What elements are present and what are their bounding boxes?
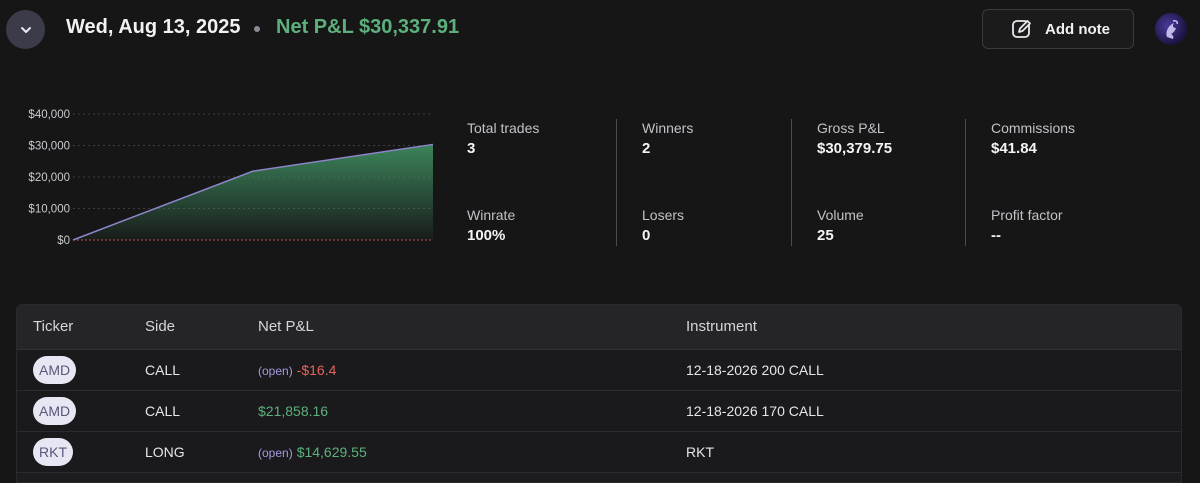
pnl-area xyxy=(73,144,433,240)
divider xyxy=(791,119,792,246)
page-title: Wed, Aug 13, 2025 xyxy=(66,16,241,38)
column-header-ticker[interactable]: Ticker xyxy=(33,318,73,335)
stat-profit-factor: Profit factor -- xyxy=(991,207,1063,244)
stat-commissions: Commissions $41.84 xyxy=(991,120,1075,157)
edit-note-icon xyxy=(1012,20,1031,38)
table-row[interactable]: AMD CALL $21,858.16 12-18-2026 170 CALL xyxy=(17,391,1181,432)
pl-value: $21,858.16 xyxy=(258,403,329,419)
side-cell: CALL xyxy=(145,362,181,378)
pl-value: $14,629.55 xyxy=(296,444,367,460)
stat-label: Gross P&L xyxy=(817,120,885,136)
stat-winrate: Winrate 100% xyxy=(467,207,515,244)
stat-label: Commissions xyxy=(991,120,1076,136)
y-tick-label: $20,000 xyxy=(28,172,70,184)
stat-label: Total trades xyxy=(467,120,540,136)
stat-gross-pl: Gross P&L $30,379.75 xyxy=(817,120,892,157)
y-tick-label: $30,000 xyxy=(28,141,70,153)
instrument-cell: 12-18-2026 200 CALL xyxy=(686,362,824,378)
stat-total-trades: Total trades 3 xyxy=(467,120,539,157)
pl-value: -$16.4 xyxy=(296,362,337,378)
stat-volume: Volume 25 xyxy=(817,207,864,244)
chevron-down-icon xyxy=(20,26,31,33)
stat-label: Winrate xyxy=(467,207,516,223)
instrument-cell: RKT xyxy=(686,444,714,460)
instrument-cell: 12-18-2026 170 CALL xyxy=(686,403,824,419)
y-tick-label: $40,000 xyxy=(28,109,70,121)
stat-value: 100% xyxy=(467,227,506,244)
user-avatar[interactable] xyxy=(1155,13,1187,45)
y-tick-label: $0 xyxy=(57,235,70,247)
net-pl-cell: $21,858.16 xyxy=(258,403,328,419)
add-note-button[interactable]: Add note xyxy=(982,9,1134,49)
divider xyxy=(616,119,617,246)
collapse-button[interactable] xyxy=(6,10,45,49)
avatar-image xyxy=(1166,20,1178,39)
stat-value: 25 xyxy=(817,227,834,244)
ticker-badge[interactable]: AMD xyxy=(33,356,77,384)
column-header-side[interactable]: Side xyxy=(145,318,175,335)
trades-table: Ticker Side Net P&L Instrument AMD CALL … xyxy=(16,304,1182,483)
column-header-instrument[interactable]: Instrument xyxy=(686,318,757,335)
stat-value: 0 xyxy=(642,227,651,244)
stat-label: Profit factor xyxy=(991,207,1063,223)
open-tag: (open) xyxy=(258,446,293,460)
divider xyxy=(965,119,966,246)
net-pl-summary: Net P&L $30,337.91 xyxy=(276,16,460,38)
stat-value: $41.84 xyxy=(991,140,1037,157)
y-tick-label: $10,000 xyxy=(28,204,70,216)
net-pl-cell: (open) $14,629.55 xyxy=(258,444,367,460)
stat-value: 2 xyxy=(642,140,651,157)
side-cell: CALL xyxy=(145,403,181,419)
separator-dot xyxy=(254,26,260,32)
open-tag: (open) xyxy=(258,364,293,378)
stat-label: Losers xyxy=(642,207,685,223)
stat-losers: Losers 0 xyxy=(642,207,684,244)
table-row[interactable]: AMD CALL (open) -$16.4 12-18-2026 200 CAL… xyxy=(17,350,1181,391)
stat-value: -- xyxy=(991,227,1001,244)
ticker-badge[interactable]: RKT xyxy=(33,438,73,466)
table-row[interactable]: RKT LONG (open) $14,629.55 RKT xyxy=(17,432,1181,473)
table-header: Ticker Side Net P&L Instrument xyxy=(17,305,1181,350)
pnl-chart: $40,000 $30,000 $20,000 $10,000 $0 xyxy=(28,109,434,247)
column-header-net-pl[interactable]: Net P&L xyxy=(258,318,314,335)
stat-winners: Winners 2 xyxy=(642,120,693,157)
stat-label: Winners xyxy=(642,120,694,136)
side-cell: LONG xyxy=(145,444,185,460)
stat-value: $30,379.75 xyxy=(817,140,893,157)
net-pl-cell: (open) -$16.4 xyxy=(258,362,336,378)
stat-label: Volume xyxy=(817,207,864,223)
stat-value: 3 xyxy=(467,140,476,157)
ticker-badge[interactable]: AMD xyxy=(33,397,77,425)
add-note-label: Add note xyxy=(1045,20,1110,38)
